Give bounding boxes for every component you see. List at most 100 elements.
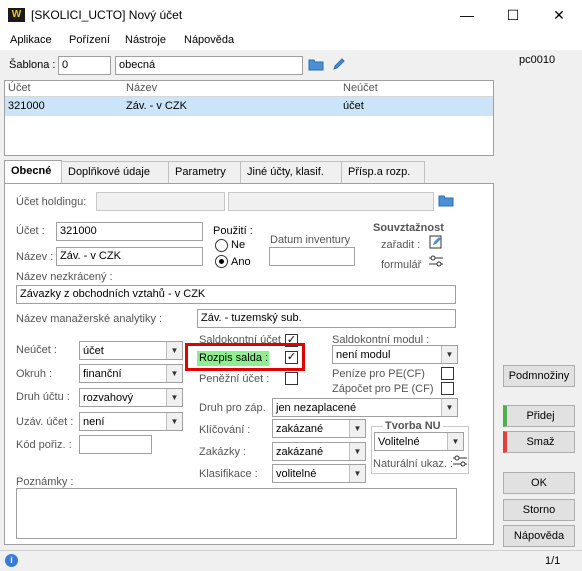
ucet-field[interactable]: 321000 xyxy=(56,222,203,241)
user-code: pc0010 xyxy=(519,54,556,66)
chevron-down-icon: ▼ xyxy=(349,465,365,482)
neucet-label: Neúčet : xyxy=(16,344,57,356)
pouziti-ano-radio[interactable] xyxy=(215,255,228,268)
chevron-down-icon: ▼ xyxy=(441,399,457,416)
saldokontni-modul-value: není modul xyxy=(336,349,391,361)
minimize-button[interactable]: — xyxy=(444,0,490,32)
menu-porizeni[interactable]: Pořízení xyxy=(69,34,110,46)
edit-form-icon[interactable] xyxy=(427,235,445,253)
pouziti-ne-label: Ne xyxy=(231,239,246,251)
zaradit-label: zařadit : xyxy=(381,239,421,251)
manazerska-label: Název manažerské analytiky : xyxy=(16,313,163,325)
datum-inventury-label: Datum inventury xyxy=(270,234,351,246)
penezni-ucet-checkbox[interactable] xyxy=(285,372,298,385)
sablona-label: Šablona : xyxy=(9,59,56,71)
uzav-ucet-select[interactable]: není ▼ xyxy=(79,412,183,431)
table-row[interactable]: 321000 Záv. - v CZK účet xyxy=(5,97,493,116)
menu-aplikace[interactable]: Aplikace xyxy=(10,34,52,46)
formular-label: formulář xyxy=(381,259,422,271)
nazev-nezkraceny-field[interactable]: Závazky z obchodních vztahů - v CZK xyxy=(16,285,456,304)
okruh-select[interactable]: finanční ▼ xyxy=(79,364,183,383)
druh-uctu-select[interactable]: rozvahový ▼ xyxy=(79,388,183,407)
podmnoziny-button[interactable]: Podmnožiny xyxy=(503,365,575,387)
menu-bar: Aplikace Pořízení Nástroje Nápověda xyxy=(0,32,582,50)
klasifikace-label: Klasifikace : xyxy=(199,468,258,480)
napoveda-button[interactable]: Nápověda xyxy=(503,525,575,547)
zakazky-select[interactable]: zakázané ▼ xyxy=(272,442,366,461)
ucet-holdingu-label: Účet holdingu: xyxy=(16,196,87,208)
penize-pe-checkbox[interactable] xyxy=(441,367,454,380)
sablona-name-field[interactable]: obecná xyxy=(115,56,303,75)
pridej-button[interactable]: Přidej xyxy=(503,405,575,427)
page-counter: 1/1 xyxy=(545,555,561,567)
druh-pro-zap-select[interactable]: jen nezaplacené ▼ xyxy=(272,398,458,417)
kod-poriz-label: Kód pořiz. : xyxy=(16,439,72,451)
saldokontni-modul-select[interactable]: není modul ▼ xyxy=(332,345,458,364)
okruh-value: finanční xyxy=(83,368,122,380)
tab-parametry[interactable]: Parametry xyxy=(168,161,241,183)
tvorba-nu-value: Volitelné xyxy=(378,436,420,448)
grid-header-ucet[interactable]: Účet xyxy=(8,82,31,94)
uzav-ucet-label: Uzáv. účet : xyxy=(16,416,74,428)
zapocet-pe-label: Zápočet pro PE (CF) xyxy=(332,383,434,395)
neucet-select[interactable]: účet ▼ xyxy=(79,341,183,360)
tab-prisp-rozp[interactable]: Přísp.a rozp. xyxy=(341,161,425,183)
zakazky-value: zakázané xyxy=(276,446,324,458)
info-icon[interactable]: i xyxy=(5,554,18,567)
druh-pro-zap-label: Druh pro záp. xyxy=(199,402,266,414)
klasifikace-value: volitelné xyxy=(276,468,317,480)
uzav-ucet-value: není xyxy=(83,416,105,428)
chevron-down-icon: ▼ xyxy=(166,365,182,382)
nazev-field[interactable]: Záv. - v CZK xyxy=(56,247,203,266)
menu-napoveda[interactable]: Nápověda xyxy=(184,34,234,46)
tab-jine-ucty[interactable]: Jiné účty, klasif. xyxy=(240,161,342,183)
neucet-value: účet xyxy=(83,345,104,357)
pouziti-label: Použití : xyxy=(213,225,253,237)
maximize-button[interactable]: ☐ xyxy=(490,0,536,32)
nazev-nezkraceny-label: Název nezkrácený : xyxy=(16,271,113,283)
title-bar: W [SKOLICI_UCTO] Nový účet — ☐ ✕ xyxy=(0,0,582,32)
poznamky-textarea[interactable] xyxy=(16,488,457,539)
datum-inventury-field[interactable] xyxy=(269,247,355,266)
zakazky-label: Zakázky : xyxy=(199,446,247,458)
klicovani-select[interactable]: zakázané ▼ xyxy=(272,419,366,438)
tvorba-nu-select[interactable]: Volitelné ▼ xyxy=(374,432,464,451)
ok-button[interactable]: OK xyxy=(503,472,575,494)
sablona-code-field[interactable]: 0 xyxy=(58,56,111,75)
storno-button[interactable]: Storno xyxy=(503,499,575,521)
settings-sliders-icon[interactable] xyxy=(451,455,469,473)
pouziti-ne-radio[interactable] xyxy=(215,239,228,252)
status-bar: i 1/1 xyxy=(0,550,582,571)
poznamky-label: Poznámky : xyxy=(16,476,74,488)
row-neucet: účet xyxy=(343,100,364,112)
penize-pe-label: Peníze pro PE(CF) xyxy=(332,368,425,380)
menu-nastroje[interactable]: Nástroje xyxy=(125,34,166,46)
settings-sliders-icon[interactable] xyxy=(427,255,445,273)
ucet-holdingu-name-field xyxy=(228,192,434,211)
chevron-down-icon: ▼ xyxy=(166,389,182,406)
red-highlight-box xyxy=(185,343,305,371)
folder-icon[interactable] xyxy=(307,57,325,75)
zapocet-pe-checkbox[interactable] xyxy=(441,382,454,395)
grid-header-nazev[interactable]: Název xyxy=(126,82,157,94)
pouziti-ano-label: Ano xyxy=(231,256,251,268)
tab-doplnkove-udaje[interactable]: Doplňkové údaje xyxy=(61,161,169,183)
kod-poriz-field[interactable] xyxy=(79,435,152,454)
close-button[interactable]: ✕ xyxy=(536,0,582,32)
klasifikace-select[interactable]: volitelné ▼ xyxy=(272,464,366,483)
druh-pro-zap-value: jen nezaplacené xyxy=(276,402,357,414)
grid-header: Účet Název Neúčet xyxy=(5,81,493,97)
chevron-down-icon: ▼ xyxy=(349,420,365,437)
chevron-down-icon: ▼ xyxy=(441,346,457,363)
row-nazev: Záv. - v CZK xyxy=(126,100,187,112)
pencil-icon[interactable] xyxy=(330,57,348,75)
penezni-ucet-label: Peněžní účet : xyxy=(199,373,270,385)
grid-header-neucet[interactable]: Neúčet xyxy=(343,82,378,94)
manazerska-field[interactable]: Záv. - tuzemský sub. xyxy=(197,309,456,328)
ucet-holdingu-field xyxy=(96,192,225,211)
tab-obecne[interactable]: Obecné xyxy=(4,160,62,184)
folder-icon[interactable] xyxy=(437,193,455,211)
souvztaznost-label: Souvztažnost xyxy=(373,222,444,234)
nazev-label: Název : xyxy=(16,251,54,263)
smaz-button[interactable]: Smaž xyxy=(503,431,575,453)
